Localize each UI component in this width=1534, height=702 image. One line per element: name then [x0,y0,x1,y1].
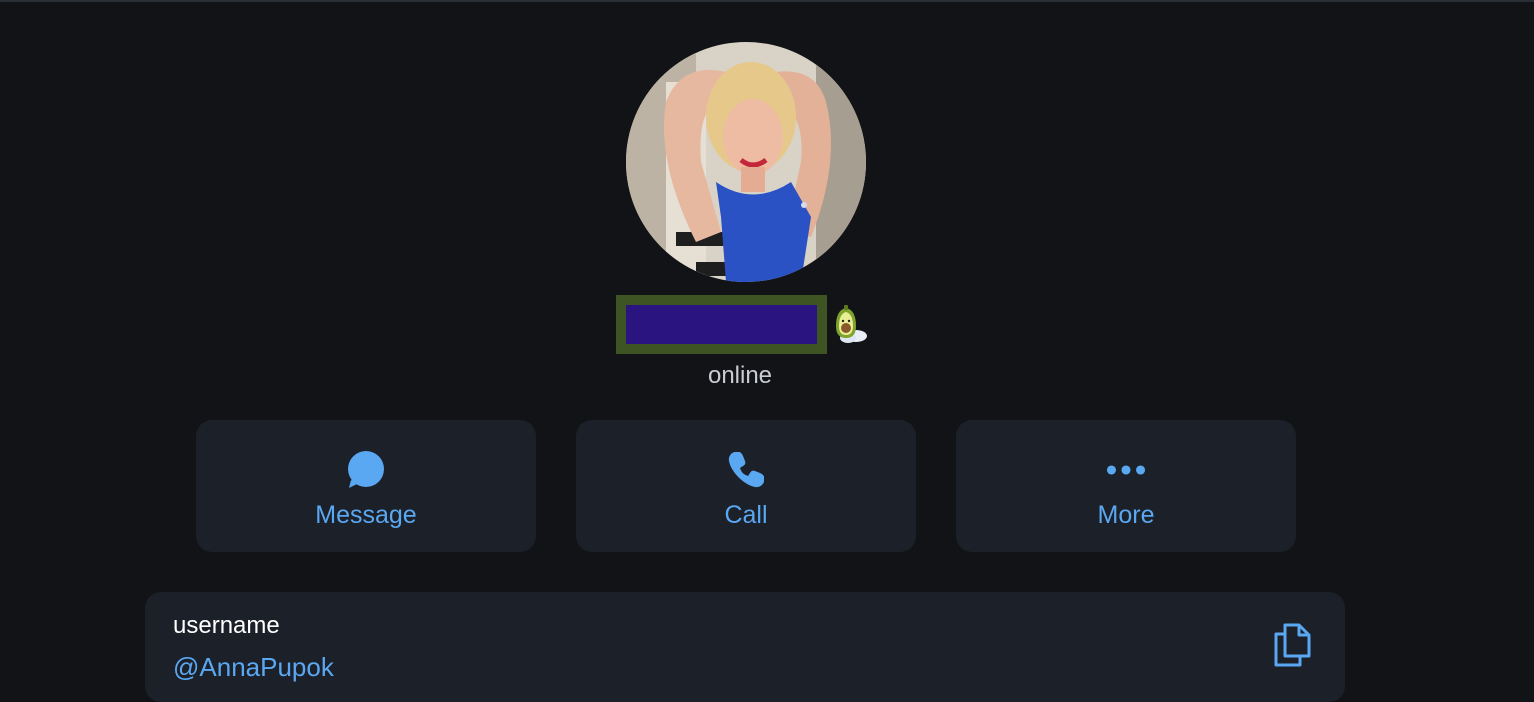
more-button[interactable]: More [956,420,1296,552]
avocado-emoji-icon[interactable] [828,304,868,346]
copy-icon[interactable] [1271,622,1315,668]
display-name-redacted [616,295,827,354]
more-button-label: More [1097,501,1155,529]
call-button-label: Call [724,501,768,529]
message-button-label: Message [315,501,417,529]
message-button[interactable]: Message [196,420,536,552]
profile-avatar[interactable] [626,42,866,282]
call-button[interactable]: Call [576,420,916,552]
username-value[interactable]: @AnnaPupok [173,651,334,683]
phone-icon [726,450,766,490]
more-dots-icon [1106,450,1146,490]
presence-status: online [707,362,773,389]
username-info-card: username @AnnaPupok [145,592,1345,702]
username-label: username [173,612,280,639]
message-bubble-icon [346,450,386,490]
top-divider [0,0,1534,2]
